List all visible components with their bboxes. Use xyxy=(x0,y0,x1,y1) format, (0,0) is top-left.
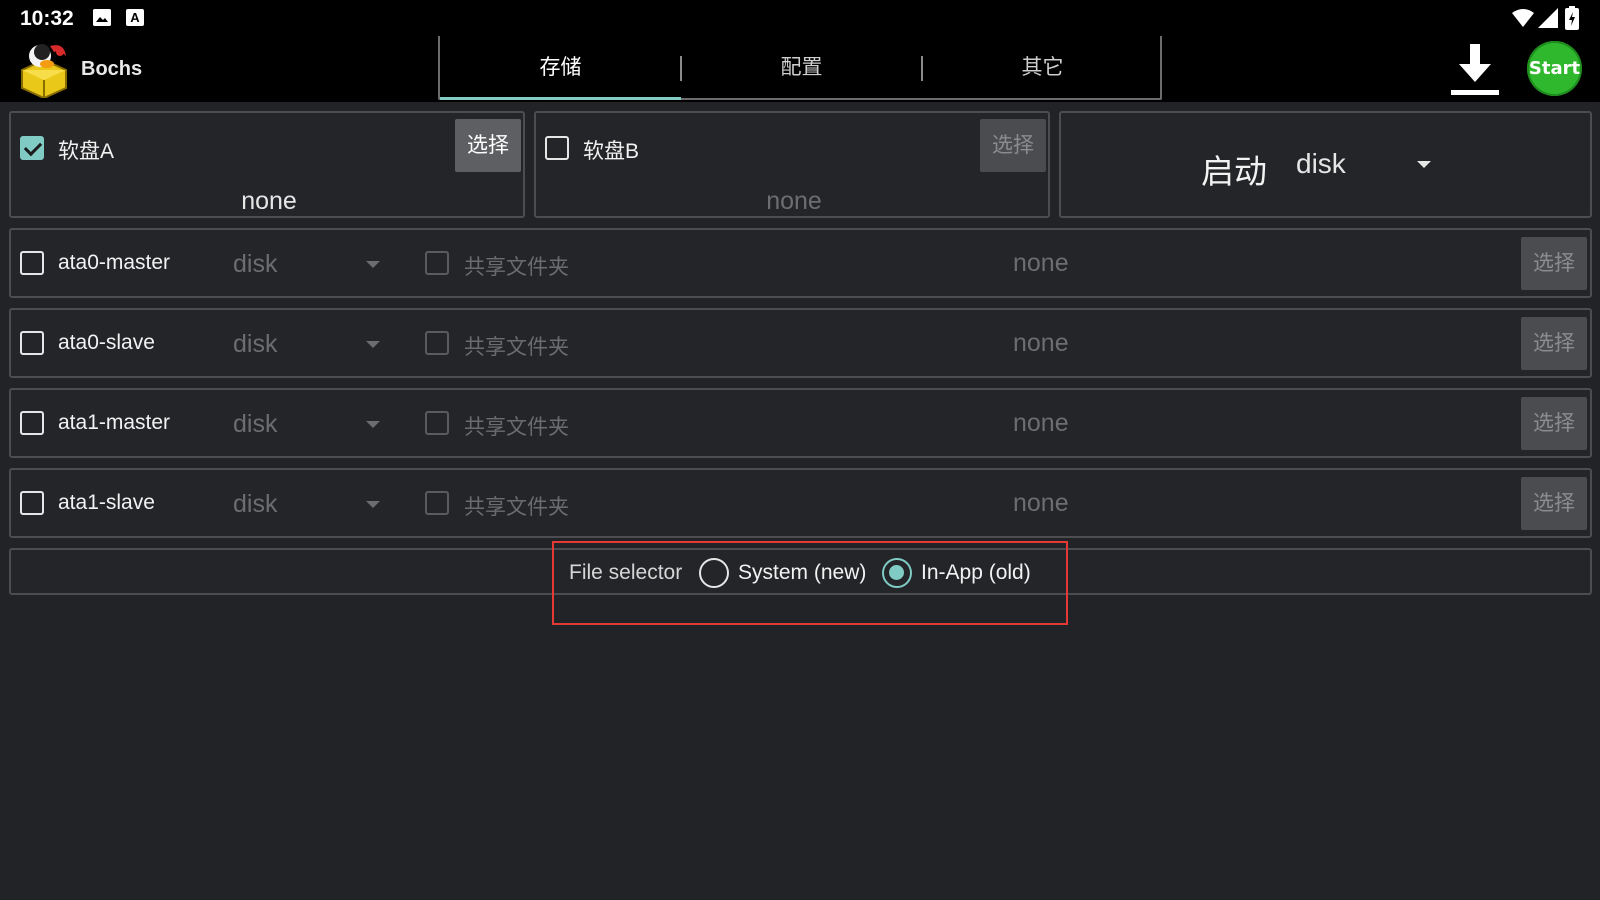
ata0-slave-path: none xyxy=(1013,329,1069,357)
tab-other[interactable]: 其它 xyxy=(922,36,1163,100)
ata1-slave-shared-label: 共享文件夹 xyxy=(464,496,569,519)
floppy-a-label: 软盘A xyxy=(58,140,115,163)
ata1-slave-checkbox[interactable] xyxy=(20,491,44,515)
ata1-master-path: none xyxy=(1013,409,1069,437)
ata1-slave-type-dropdown[interactable]: disk xyxy=(233,482,393,526)
ata1-master-select-button[interactable]: 选择 xyxy=(1521,397,1587,450)
ata0-master-row: ata0-master disk 共享文件夹 none 选择 xyxy=(9,228,1592,298)
floppy-b-select-button[interactable]: 选择 xyxy=(980,119,1046,172)
ata0-master-checkbox[interactable] xyxy=(20,251,44,275)
chevron-down-icon xyxy=(366,341,380,348)
ata0-slave-checkbox[interactable] xyxy=(20,331,44,355)
floppy-b-path: none xyxy=(766,187,822,215)
boot-device-value: disk xyxy=(1296,148,1346,179)
chevron-down-icon xyxy=(366,501,380,508)
ata0-slave-shared-checkbox[interactable] xyxy=(425,331,449,355)
ata1-master-row: ata1-master disk 共享文件夹 none 选择 xyxy=(9,388,1592,458)
ata1-slave-row: ata1-slave disk 共享文件夹 none 选择 xyxy=(9,468,1592,538)
ata1-master-label: ata1-master xyxy=(58,411,171,434)
ata0-master-select-button[interactable]: 选择 xyxy=(1521,237,1587,290)
ata0-master-shared-label: 共享文件夹 xyxy=(464,256,569,279)
battery-icon xyxy=(1565,6,1579,30)
download-icon[interactable] xyxy=(1449,42,1501,96)
ata0-slave-select-button[interactable]: 选择 xyxy=(1521,317,1587,370)
ata1-slave-select-button[interactable]: 选择 xyxy=(1521,477,1587,530)
ata0-master-path: none xyxy=(1013,249,1069,277)
floppy-b-panel: 软盘B 选择 none xyxy=(534,111,1050,218)
app-title: Bochs xyxy=(81,58,143,80)
floppy-a-checkbox[interactable] xyxy=(20,136,44,160)
a-notification-icon: A xyxy=(126,9,144,26)
ata1-master-type-value: disk xyxy=(233,410,278,438)
boot-device-dropdown[interactable]: disk xyxy=(1296,139,1456,189)
ata0-slave-row: ata0-slave disk 共享文件夹 none 选择 xyxy=(9,308,1592,378)
ata0-slave-type-value: disk xyxy=(233,330,278,358)
floppy-b-label: 软盘B xyxy=(583,140,640,163)
ata0-master-shared-checkbox[interactable] xyxy=(425,251,449,275)
ata1-slave-path: none xyxy=(1013,489,1069,517)
ata0-master-type-value: disk xyxy=(233,250,278,278)
start-button[interactable]: Start xyxy=(1527,41,1582,96)
tab-config-label: 配置 xyxy=(780,56,823,79)
chevron-down-icon xyxy=(1417,161,1431,168)
tab-bar: 存储 配置 其它 xyxy=(438,36,1162,100)
floppy-b-checkbox[interactable] xyxy=(545,136,569,160)
boot-panel: 启动 disk xyxy=(1059,111,1592,218)
ata1-slave-type-value: disk xyxy=(233,490,278,518)
boot-label: 启动 xyxy=(1201,153,1267,190)
image-notification-icon xyxy=(93,9,111,26)
bochs-logo-icon xyxy=(21,44,67,98)
app-bar: Bochs 存储 配置 其它 Start xyxy=(0,36,1600,102)
ata1-master-shared-checkbox[interactable] xyxy=(425,411,449,435)
ata1-master-type-dropdown[interactable]: disk xyxy=(233,402,393,446)
tab-other-label: 其它 xyxy=(1021,56,1064,79)
ata1-slave-label: ata1-slave xyxy=(58,491,155,514)
ata0-slave-label: ata0-slave xyxy=(58,331,155,354)
floppy-a-select-button[interactable]: 选择 xyxy=(455,119,521,172)
chevron-down-icon xyxy=(366,261,380,268)
ata0-master-type-dropdown[interactable]: disk xyxy=(233,242,393,286)
wifi-icon xyxy=(1512,9,1534,27)
ata1-slave-shared-checkbox[interactable] xyxy=(425,491,449,515)
tab-active-indicator xyxy=(440,97,681,100)
signal-icon xyxy=(1538,8,1558,28)
ata0-master-label: ata0-master xyxy=(58,251,171,274)
ata0-slave-shared-label: 共享文件夹 xyxy=(464,336,569,359)
tab-config[interactable]: 配置 xyxy=(681,36,922,100)
ata0-slave-type-dropdown[interactable]: disk xyxy=(233,322,393,366)
ata1-master-shared-label: 共享文件夹 xyxy=(464,416,569,439)
floppy-a-path: none xyxy=(241,187,297,215)
tab-storage-label: 存储 xyxy=(539,56,582,79)
status-time: 10:32 xyxy=(20,7,74,30)
ata1-master-checkbox[interactable] xyxy=(20,411,44,435)
status-bar: 10:32 A xyxy=(0,0,1600,36)
floppy-a-panel: 软盘A 选择 none xyxy=(9,111,525,218)
tab-storage[interactable]: 存储 xyxy=(440,36,681,100)
highlight-box xyxy=(552,541,1068,625)
chevron-down-icon xyxy=(366,421,380,428)
